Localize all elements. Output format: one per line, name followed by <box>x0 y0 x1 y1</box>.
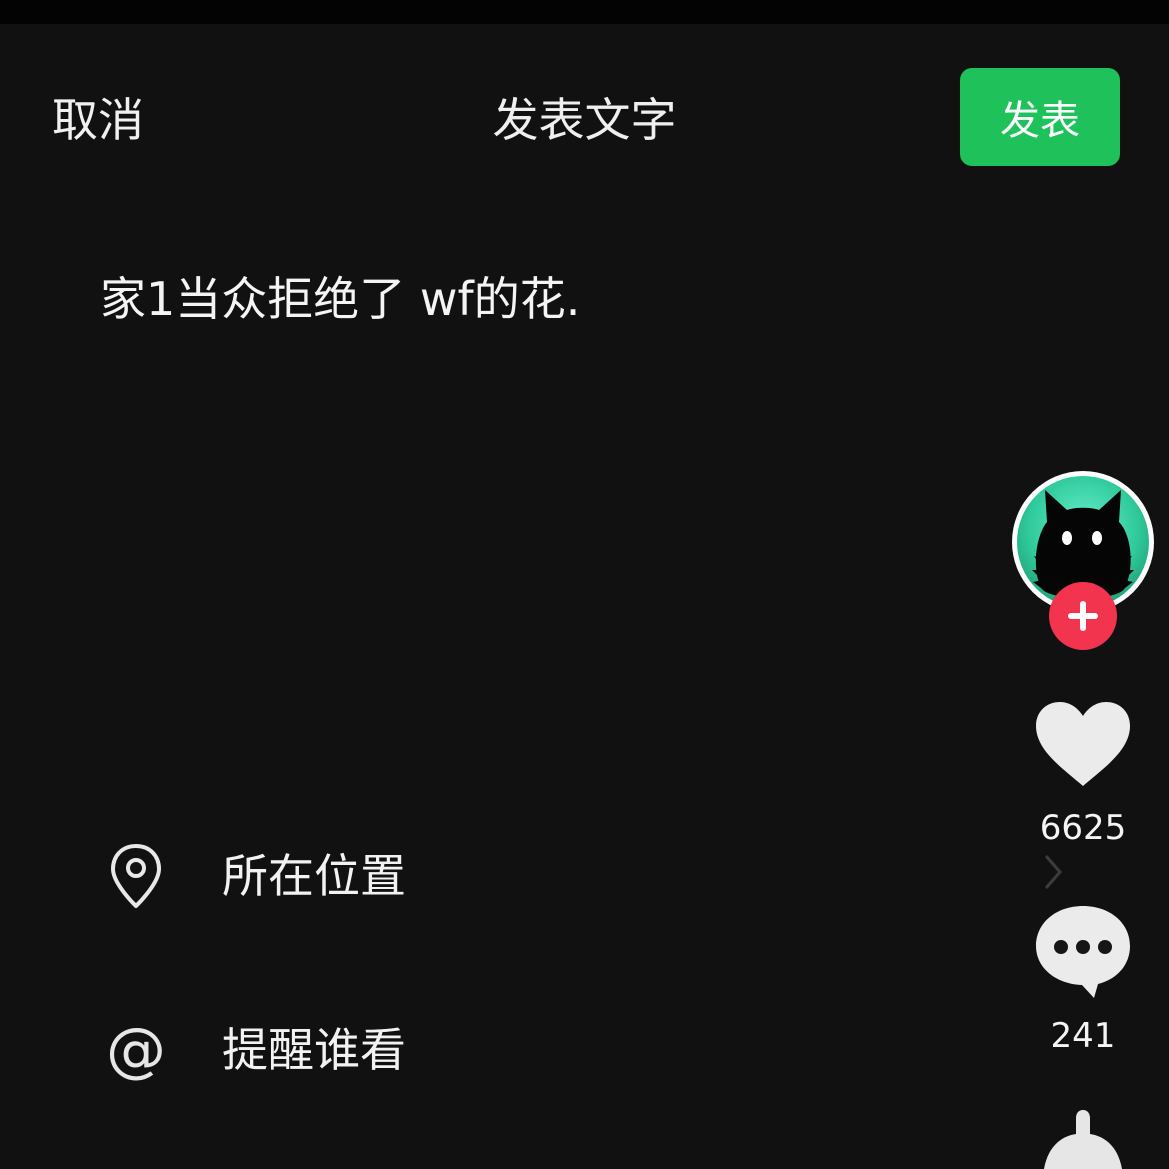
share-icon[interactable] <box>1040 1104 1126 1169</box>
mention-option-label: 提醒谁看 <box>222 1023 406 1077</box>
mention-option[interactable]: @ 提醒谁看 <box>100 1010 980 1090</box>
location-pin-icon <box>100 840 172 912</box>
status-bar <box>0 0 1169 24</box>
follow-button[interactable] <box>1049 582 1117 650</box>
post-text-input[interactable]: 家1当众拒绝了 wf的花. <box>100 270 580 328</box>
page-title-text: 发表文字 <box>492 93 677 147</box>
plus-icon <box>1068 601 1098 631</box>
comment-bubble-icon[interactable] <box>1032 902 1134 1002</box>
chevron-right-icon <box>1044 855 1062 889</box>
location-option[interactable]: 所在位置 <box>100 836 980 916</box>
like-count: 6625 <box>1039 808 1127 848</box>
publish-button[interactable]: 发表 <box>960 68 1120 166</box>
at-icon: @ <box>106 1015 166 1085</box>
comment-count: 241 <box>1050 1016 1116 1056</box>
location-option-label: 所在位置 <box>222 849 406 903</box>
heart-icon[interactable] <box>1032 698 1134 790</box>
